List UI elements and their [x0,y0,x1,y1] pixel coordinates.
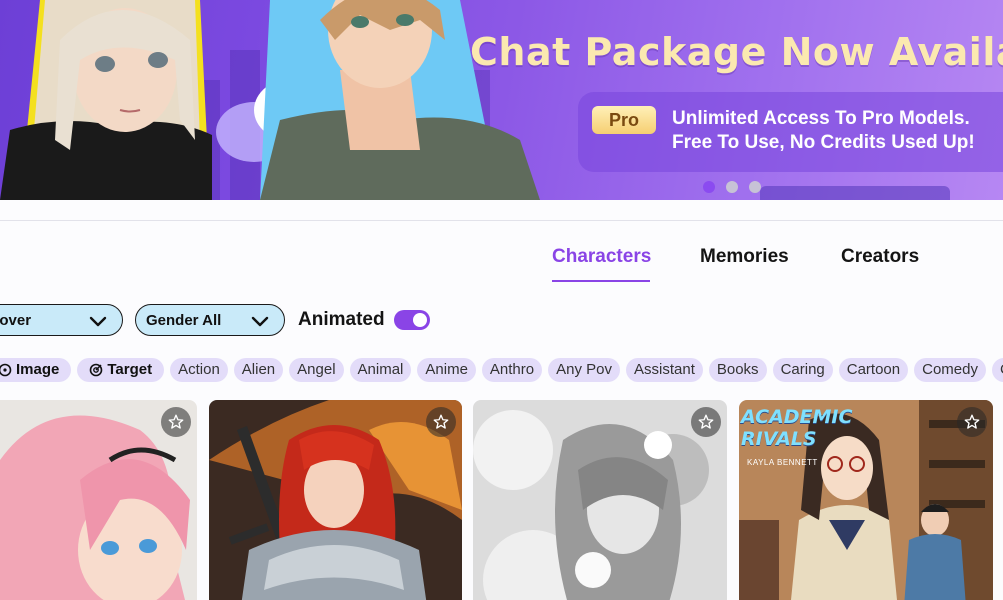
favorite-star-button[interactable] [426,407,456,437]
star-icon [168,414,184,429]
cover-title-line: RIVALS [741,428,817,450]
favorite-star-button[interactable] [957,407,987,437]
promo-line-2: Free To Use, No Credits Used Up! [672,132,975,153]
tag-partial[interactable]: C [991,358,1003,382]
tag-target[interactable]: Target [77,358,165,382]
chevron-down-icon [89,316,107,327]
gender-dropdown[interactable]: Gender All [135,304,285,336]
tag-any-pov[interactable]: Any Pov [548,358,620,382]
tag-cartoon[interactable]: Cartoon [838,358,909,382]
tag-list: Image Target Action Alien Angel Animal A… [0,358,1003,382]
animated-toggle[interactable] [394,310,430,330]
tag-label: Target [107,361,153,378]
star-icon [433,414,449,429]
chevron-down-icon [251,316,269,327]
tag-label: Image [16,361,60,378]
promo-banner[interactable]: Chat Package Now Available Pro Unlimited… [0,0,1003,200]
page: Chat Package Now Available Pro Unlimited… [0,0,1003,600]
banner-title: Chat Package Now Available [470,30,1003,74]
cover-title-line: ACADEMIC [741,406,853,428]
tab-characters[interactable]: Characters [552,246,651,268]
blonde-girl-illustration [0,0,212,200]
tab-memories[interactable]: Memories [700,246,789,268]
sort-dropdown-value: cover [0,311,32,329]
tag-caring[interactable]: Caring [772,358,833,382]
cover-author: KAYLA BENNETT [747,458,818,467]
carousel-dots [703,181,761,193]
pro-badge: Pro [592,106,656,134]
target-icon [90,363,103,377]
carousel-dot[interactable] [726,181,738,193]
favorite-star-button[interactable] [161,407,191,437]
character-card[interactable] [209,400,462,600]
tag-image[interactable]: Image [0,358,72,382]
toggle-knob [413,313,427,327]
tag-anime[interactable]: Anime [417,358,476,382]
tab-creators[interactable]: Creators [841,246,919,268]
banner-decoration [760,186,950,200]
promo-line-1: Unlimited Access To Pro Models. [672,108,970,129]
favorite-star-button[interactable] [691,407,721,437]
carousel-dot[interactable] [749,181,761,193]
gender-dropdown-value: Gender All [146,311,222,329]
divider [0,220,1003,221]
sort-dropdown[interactable]: cover [0,304,123,336]
character-card[interactable] [0,400,197,600]
carousel-dot[interactable] [703,181,715,193]
tag-comedy[interactable]: Comedy [914,358,986,382]
tag-anthro[interactable]: Anthro [481,358,543,382]
cover-title: ACADEMIC RIVALS [741,406,852,450]
tag-angel[interactable]: Angel [289,358,344,382]
character-card[interactable]: ACADEMIC RIVALS KAYLA BENNETT [739,400,993,600]
tag-action[interactable]: Action [170,358,228,382]
tag-assistant[interactable]: Assistant [626,358,703,382]
tag-alien[interactable]: Alien [233,358,284,382]
image-icon [0,363,12,377]
monochrome-flower-girl-image [473,400,727,600]
active-tab-indicator [552,280,650,282]
star-icon [964,414,980,429]
tag-books[interactable]: Books [708,358,767,382]
star-icon [698,414,714,429]
character-card[interactable] [473,400,727,600]
tag-animal[interactable]: Animal [349,358,412,382]
animated-label: Animated [298,309,385,330]
red-hair-knight-image [209,400,462,600]
